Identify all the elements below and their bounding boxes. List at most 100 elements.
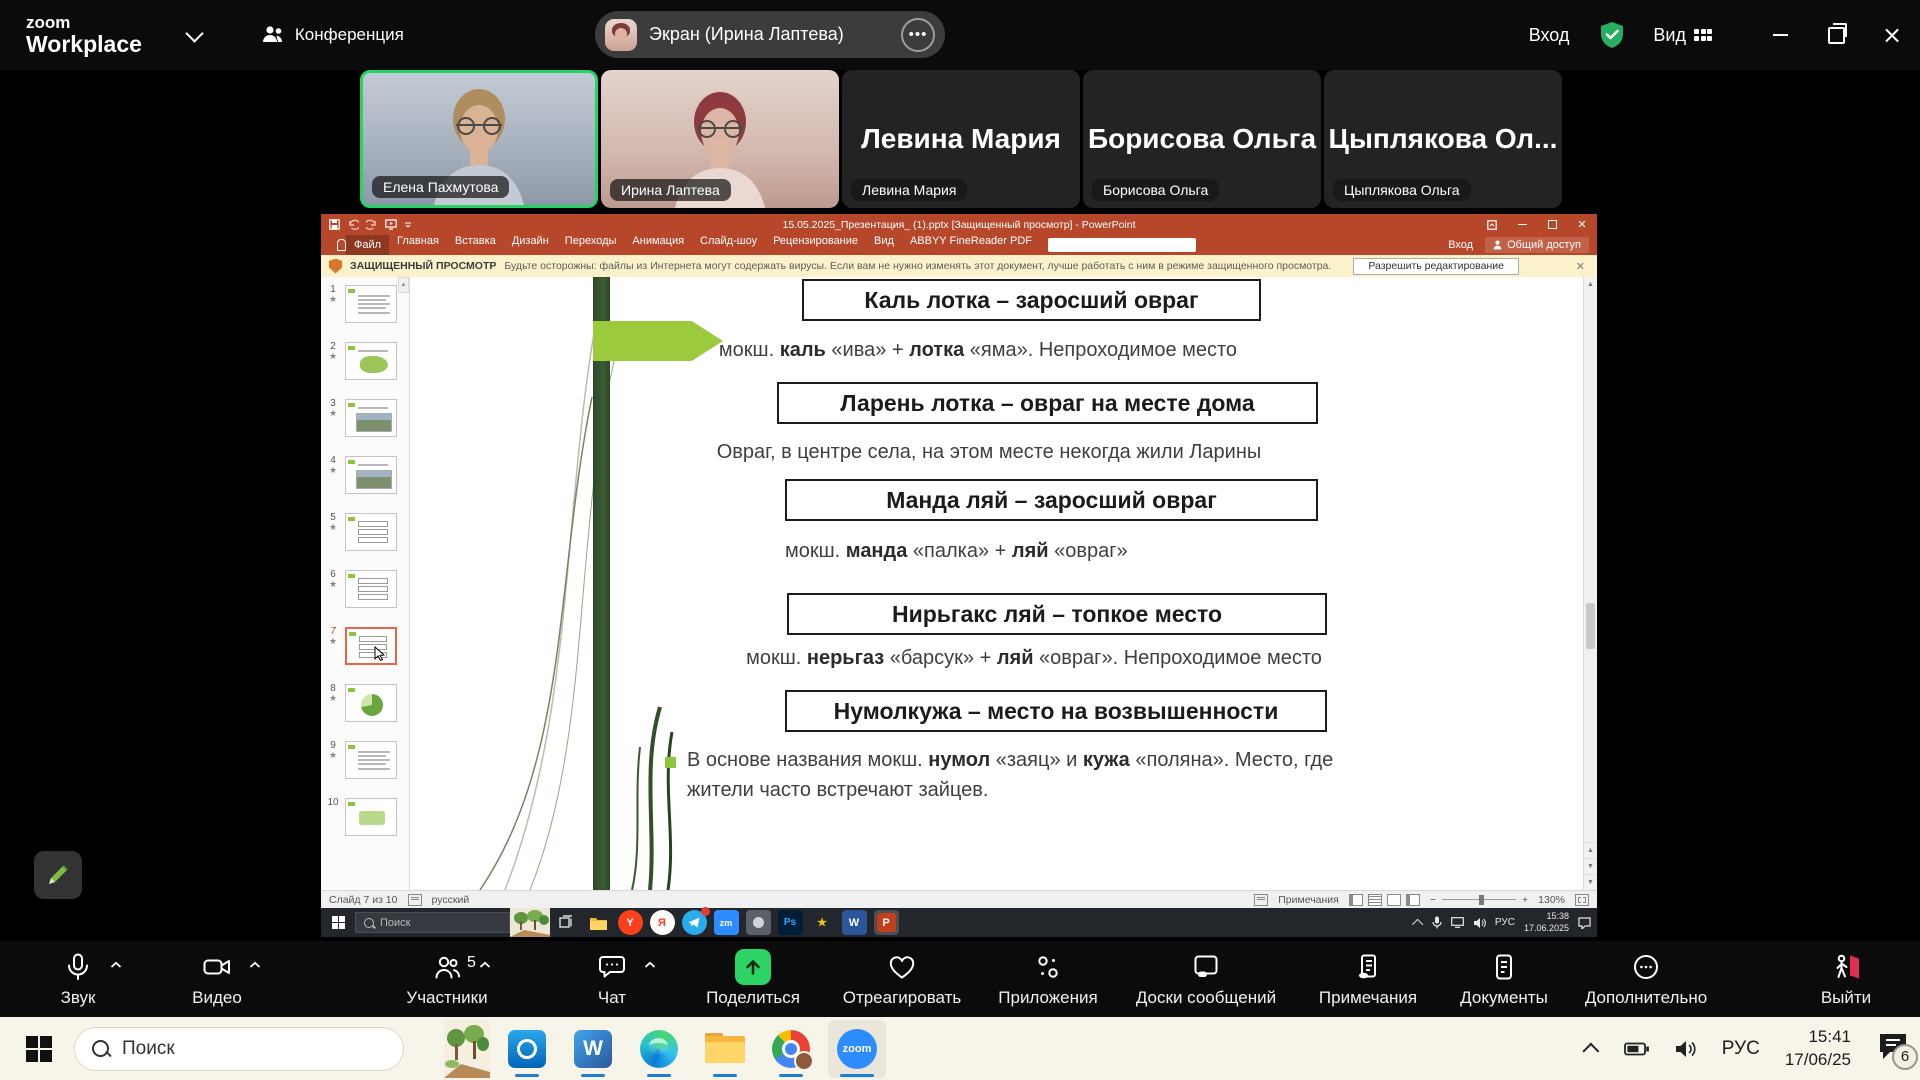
fit-to-window-icon[interactable]	[1575, 894, 1589, 906]
slide-thumbnail[interactable]	[345, 741, 397, 779]
desktop-tree-shortcut[interactable]	[444, 1020, 490, 1078]
notes-toggle[interactable]: Примечания	[1278, 894, 1339, 906]
ppt-menu-file[interactable]: Файл	[346, 235, 389, 255]
whiteboards-button[interactable]: Доски сообщений	[1121, 949, 1291, 1008]
shared-language-indicator[interactable]: РУС	[1495, 917, 1515, 928]
zoom-icon[interactable]: zoom	[828, 1020, 886, 1078]
yandex-browser-icon[interactable]: Y	[618, 910, 643, 935]
chevron-up-icon[interactable]	[479, 961, 491, 969]
participant-tile[interactable]: Ирина Лаптева	[601, 70, 839, 208]
redo-icon[interactable]	[366, 219, 378, 230]
file-explorer-icon[interactable]	[696, 1020, 754, 1078]
app-icon[interactable]	[746, 910, 771, 935]
chevron-up-icon[interactable]	[644, 961, 656, 969]
chevron-up-icon[interactable]	[249, 961, 261, 969]
normal-view-button[interactable]	[1349, 894, 1363, 906]
view-button[interactable]: Вид	[1653, 25, 1712, 46]
slide-thumbnail-row[interactable]: 7★	[321, 626, 409, 683]
zoom-app-icon[interactable]: zm	[714, 910, 739, 935]
ppt-menu-item[interactable]: Рецензирование	[765, 235, 866, 255]
chrome-icon[interactable]	[762, 1020, 820, 1078]
mic-icon[interactable]	[1432, 916, 1442, 929]
ppt-close-button[interactable]: ✕	[1567, 214, 1597, 235]
zoom-slider[interactable]: −+	[1430, 894, 1528, 906]
language-label[interactable]: русский	[432, 894, 470, 906]
file-explorer-icon[interactable]	[586, 910, 611, 935]
outlook-icon[interactable]	[498, 1020, 556, 1078]
ppt-menu-item[interactable]: Слайд-шоу	[692, 235, 765, 255]
slide-sorter-view-button[interactable]	[1368, 894, 1382, 906]
slide-thumbnail[interactable]	[345, 342, 397, 380]
battery-icon[interactable]	[1624, 1041, 1650, 1057]
slide-thumbnail[interactable]	[345, 285, 397, 323]
slide-thumbnail[interactable]	[345, 513, 397, 551]
speaker-icon[interactable]	[1675, 1040, 1697, 1058]
window-minimize-button[interactable]	[1752, 0, 1808, 70]
speaker-icon[interactable]	[1473, 917, 1486, 929]
tab-conference[interactable]: Конференция	[261, 24, 404, 46]
more-button[interactable]: Дополнительно	[1561, 949, 1731, 1008]
slide-thumbnail-row[interactable]: 5★	[321, 512, 409, 569]
save-icon[interactable]	[329, 219, 340, 230]
participant-tile[interactable]: Левина МарияЛевина Мария	[842, 70, 1080, 208]
powerpoint-taskbar-icon[interactable]: P	[874, 910, 899, 935]
slide-thumbnail-row[interactable]: 2★	[321, 341, 409, 398]
slideshow-view-button[interactable]	[1406, 894, 1420, 906]
banner-close-icon[interactable]: ✕	[1576, 260, 1589, 273]
ppt-menu-item[interactable]: Вставка	[447, 235, 504, 255]
slide-thumbnail-row[interactable]: 6★	[321, 569, 409, 626]
security-shield-icon[interactable]	[1599, 21, 1625, 49]
participant-tile[interactable]: Елена Пахмутова	[360, 70, 598, 208]
scrollbar-thumb[interactable]	[1586, 603, 1595, 649]
slide-thumbnail[interactable]	[345, 627, 397, 665]
previous-slide-button[interactable]: ▲	[1584, 842, 1597, 858]
slide-canvas[interactable]: Каль лотка – заросший оврагмокш. каль «и…	[410, 277, 1597, 890]
shared-taskbar-search[interactable]: Поиск	[355, 912, 510, 933]
media-app-icon[interactable]: ★	[810, 910, 835, 935]
slide-thumbnail-row[interactable]: 8★	[321, 683, 409, 740]
chevron-up-icon[interactable]	[110, 961, 122, 969]
slide-thumbnail-row[interactable]: 1★	[321, 284, 409, 341]
thumbs-scroll-up[interactable]: ▲	[398, 277, 409, 293]
yandex-icon[interactable]: Я	[650, 910, 675, 935]
ppt-menu-item[interactable]: Анимация	[624, 235, 692, 255]
shared-clock[interactable]: 15:38 17.06.2025	[1524, 911, 1569, 934]
slide-thumbnail-row[interactable]: 10	[321, 797, 409, 854]
slide-thumbnail[interactable]	[345, 399, 397, 437]
participant-tile[interactable]: Цыплякова Ол...Цыплякова Ольга	[1324, 70, 1562, 208]
spellcheck-icon[interactable]	[408, 894, 422, 906]
participants-button[interactable]: 5Участники	[362, 949, 532, 1008]
video-button[interactable]: Видео	[132, 949, 302, 1008]
tray-chevron-icon[interactable]	[1582, 1042, 1599, 1059]
ppt-menu-item[interactable]: Главная	[389, 235, 447, 255]
scroll-up-arrow[interactable]: ▲	[1584, 277, 1597, 292]
slide-thumbnail-row[interactable]: 4★	[321, 455, 409, 512]
workspace-chevron-down-icon[interactable]	[185, 24, 203, 42]
shared-screen-pill[interactable]: Экран (Ирина Лаптева) •••	[595, 11, 945, 58]
shared-screen-options-button[interactable]: •••	[901, 18, 935, 52]
ppt-signin-label[interactable]: Вход	[1448, 239, 1473, 251]
tellme-search-box[interactable]	[1048, 238, 1196, 252]
signin-button[interactable]: Вход	[1529, 25, 1570, 46]
taskbar-clock[interactable]: 15:41 17/06/25	[1785, 1026, 1851, 1070]
enable-editing-button[interactable]: Разрешить редактирование	[1353, 258, 1519, 275]
reading-view-button[interactable]	[1387, 894, 1401, 906]
ppt-menu-item[interactable]: ABBYY FineReader PDF	[902, 235, 1040, 255]
photoshop-icon[interactable]: Ps	[778, 910, 803, 935]
share-access-button[interactable]: Общий доступ	[1485, 237, 1589, 253]
slide-thumbnail-row[interactable]: 3★	[321, 398, 409, 455]
shared-tray-chevron-icon[interactable]	[1412, 918, 1423, 929]
annotate-button[interactable]	[34, 851, 82, 899]
ppt-minimize-button[interactable]	[1507, 214, 1537, 235]
ppt-menu-item[interactable]: Переходы	[557, 235, 625, 255]
slideshow-icon[interactable]	[385, 219, 397, 230]
vertical-scrollbar[interactable]: ▲ ▲ ▼ ▼	[1583, 277, 1597, 890]
slide-thumbnail-row[interactable]: 9★	[321, 740, 409, 797]
desktop-tree-thumbnail[interactable]	[510, 908, 550, 937]
ppt-menu-item[interactable]: Вид	[866, 235, 902, 255]
leave-button[interactable]: Выйти	[1761, 949, 1920, 1008]
start-button[interactable]	[26, 1036, 52, 1062]
shared-start-button[interactable]	[321, 916, 355, 929]
edge-icon[interactable]	[630, 1020, 688, 1078]
undo-icon[interactable]	[347, 219, 359, 230]
